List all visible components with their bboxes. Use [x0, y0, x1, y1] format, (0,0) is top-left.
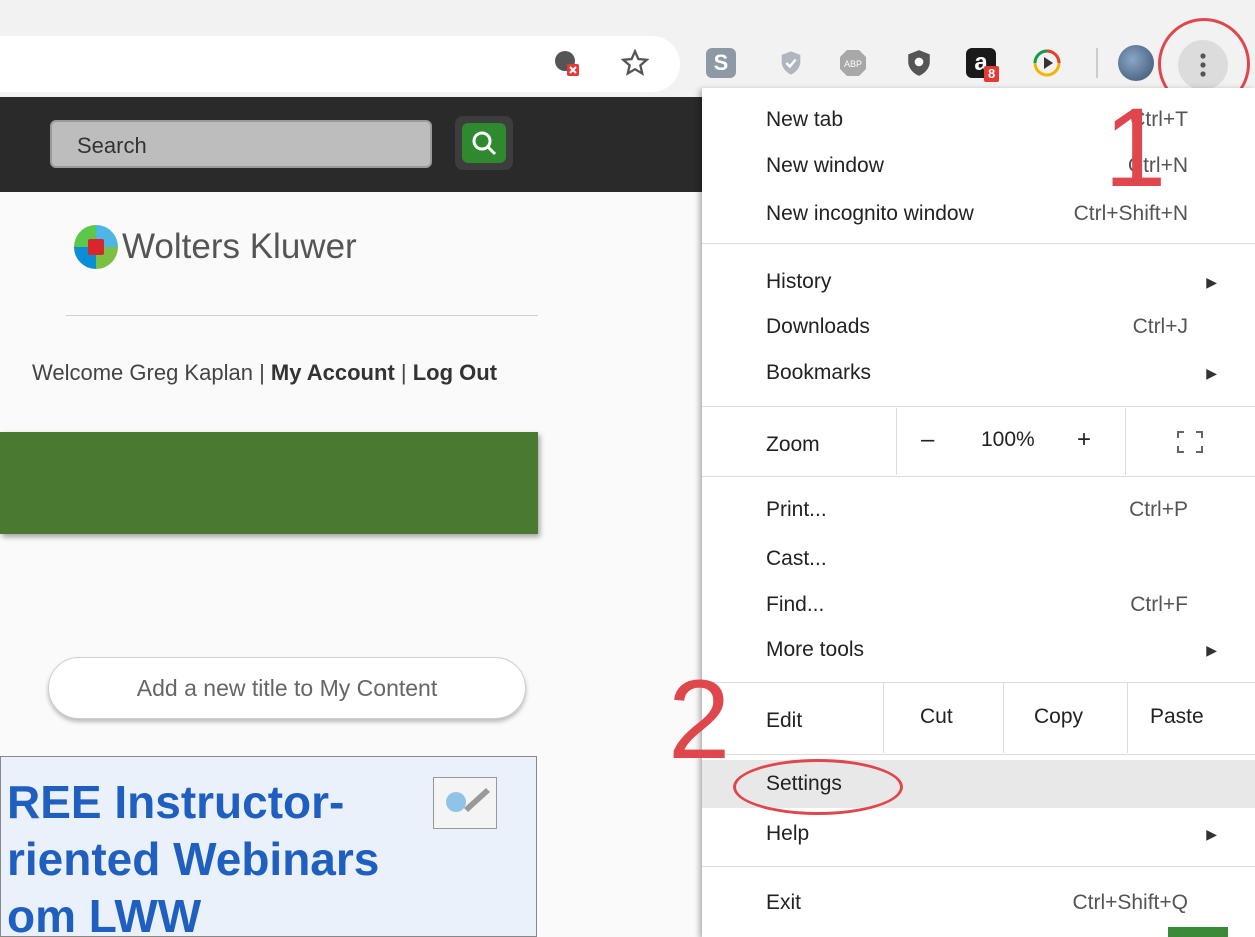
scribd-icon[interactable]: S — [706, 48, 736, 78]
star-icon[interactable] — [620, 48, 650, 78]
submenu-arrow-icon: ▶ — [1206, 642, 1217, 658]
edit-label: Edit — [766, 709, 803, 732]
zoom-label: Zoom — [766, 433, 820, 456]
menu-divider — [702, 754, 1255, 755]
submenu-arrow-icon: ▶ — [1206, 826, 1217, 842]
divider — [66, 315, 538, 316]
zoom-in-button[interactable]: + — [1077, 426, 1091, 454]
promo-line-2: riented Webinars — [7, 833, 380, 885]
menu-label: Cast... — [766, 547, 827, 570]
paste-label: Paste — [1150, 705, 1204, 728]
menu-label: Bookmarks — [766, 361, 872, 384]
profile-avatar[interactable] — [1118, 45, 1154, 81]
menu-edit-row: Edit Cut Copy Paste — [702, 683, 1255, 753]
add-title-button[interactable]: Add a new title to My Content — [48, 657, 526, 719]
page-green-edge — [1168, 927, 1228, 937]
my-account-link[interactable]: My Account — [271, 360, 395, 385]
menu-label: History — [766, 270, 832, 293]
fullscreen-icon — [1177, 431, 1203, 453]
menu-label: Find... — [766, 593, 825, 616]
menu-divider — [702, 243, 1255, 244]
zoom-out-button[interactable]: – — [921, 426, 934, 454]
annotation-step-1: 1 — [1104, 85, 1167, 210]
search-input[interactable]: Search — [50, 120, 432, 168]
welcome-text: Welcome Greg Kaplan — [32, 360, 253, 385]
adblock-plus-icon[interactable]: ABP — [838, 48, 868, 78]
separator: | — [259, 360, 265, 385]
menu-divider — [702, 476, 1255, 477]
menu-shortcut: Ctrl+Shift+Q — [1072, 891, 1188, 914]
annotation-circle-settings — [733, 759, 903, 815]
menu-shortcut: Ctrl+P — [1129, 498, 1188, 521]
wolters-kluwer-logo[interactable]: Wolters Kluwer — [74, 225, 357, 269]
media-play-icon[interactable] — [1032, 48, 1062, 78]
toolbar-separator — [1096, 48, 1098, 78]
search-button[interactable] — [455, 116, 513, 170]
fullscreen-button[interactable] — [1125, 408, 1255, 475]
menu-label: New incognito window — [766, 202, 974, 225]
zoom-controls: – 100% + — [896, 408, 1126, 475]
annotation-step-2: 2 — [668, 657, 731, 782]
submenu-arrow-icon: ▶ — [1206, 365, 1217, 381]
shield-check-icon[interactable] — [776, 48, 806, 78]
zoom-level: 100% — [981, 428, 1035, 451]
submenu-arrow-icon: ▶ — [1206, 274, 1217, 290]
copy-label: Copy — [1034, 705, 1084, 728]
webinar-promo-banner[interactable]: REE Instructor- riented Webinars om LWW — [0, 756, 537, 937]
green-banner — [0, 432, 538, 534]
menu-label: Print... — [766, 498, 827, 521]
menu-label: New tab — [766, 108, 844, 131]
promo-line-3: om LWW — [7, 890, 202, 937]
menu-label: Help — [766, 822, 810, 845]
amazon-badge: 8 — [984, 66, 1000, 82]
amazon-icon[interactable]: a8 — [966, 48, 1000, 82]
menu-divider — [702, 866, 1255, 867]
menu-shortcut: Ctrl+F — [1130, 593, 1188, 616]
menu-zoom-row: Zoom – 100% + — [702, 408, 1255, 475]
logo-text: Wolters Kluwer — [122, 227, 357, 266]
welcome-bar: Welcome Greg Kaplan | My Account | Log O… — [32, 360, 497, 386]
cut-label: Cut — [920, 705, 953, 728]
adblock-label: ABP — [844, 59, 862, 69]
log-out-link[interactable]: Log Out — [413, 360, 497, 385]
cut-button[interactable]: Cut — [883, 683, 1004, 753]
menu-label: New window — [766, 154, 884, 177]
logo-mark-icon — [74, 225, 118, 269]
menu-label: Exit — [766, 891, 802, 914]
promo-line-1: REE Instructor- — [7, 776, 345, 828]
translate-icon[interactable] — [552, 48, 582, 78]
search-icon — [472, 131, 497, 156]
menu-divider — [702, 406, 1255, 407]
separator: | — [400, 360, 407, 385]
menu-shortcut: Ctrl+J — [1132, 315, 1188, 338]
presentation-icon — [433, 777, 497, 829]
menu-label: Downloads — [766, 315, 870, 338]
paste-button[interactable]: Paste — [1127, 683, 1255, 753]
menu-label: More tools — [766, 638, 865, 661]
privacy-shield-icon[interactable] — [904, 48, 934, 78]
copy-button[interactable]: Copy — [1003, 683, 1128, 753]
